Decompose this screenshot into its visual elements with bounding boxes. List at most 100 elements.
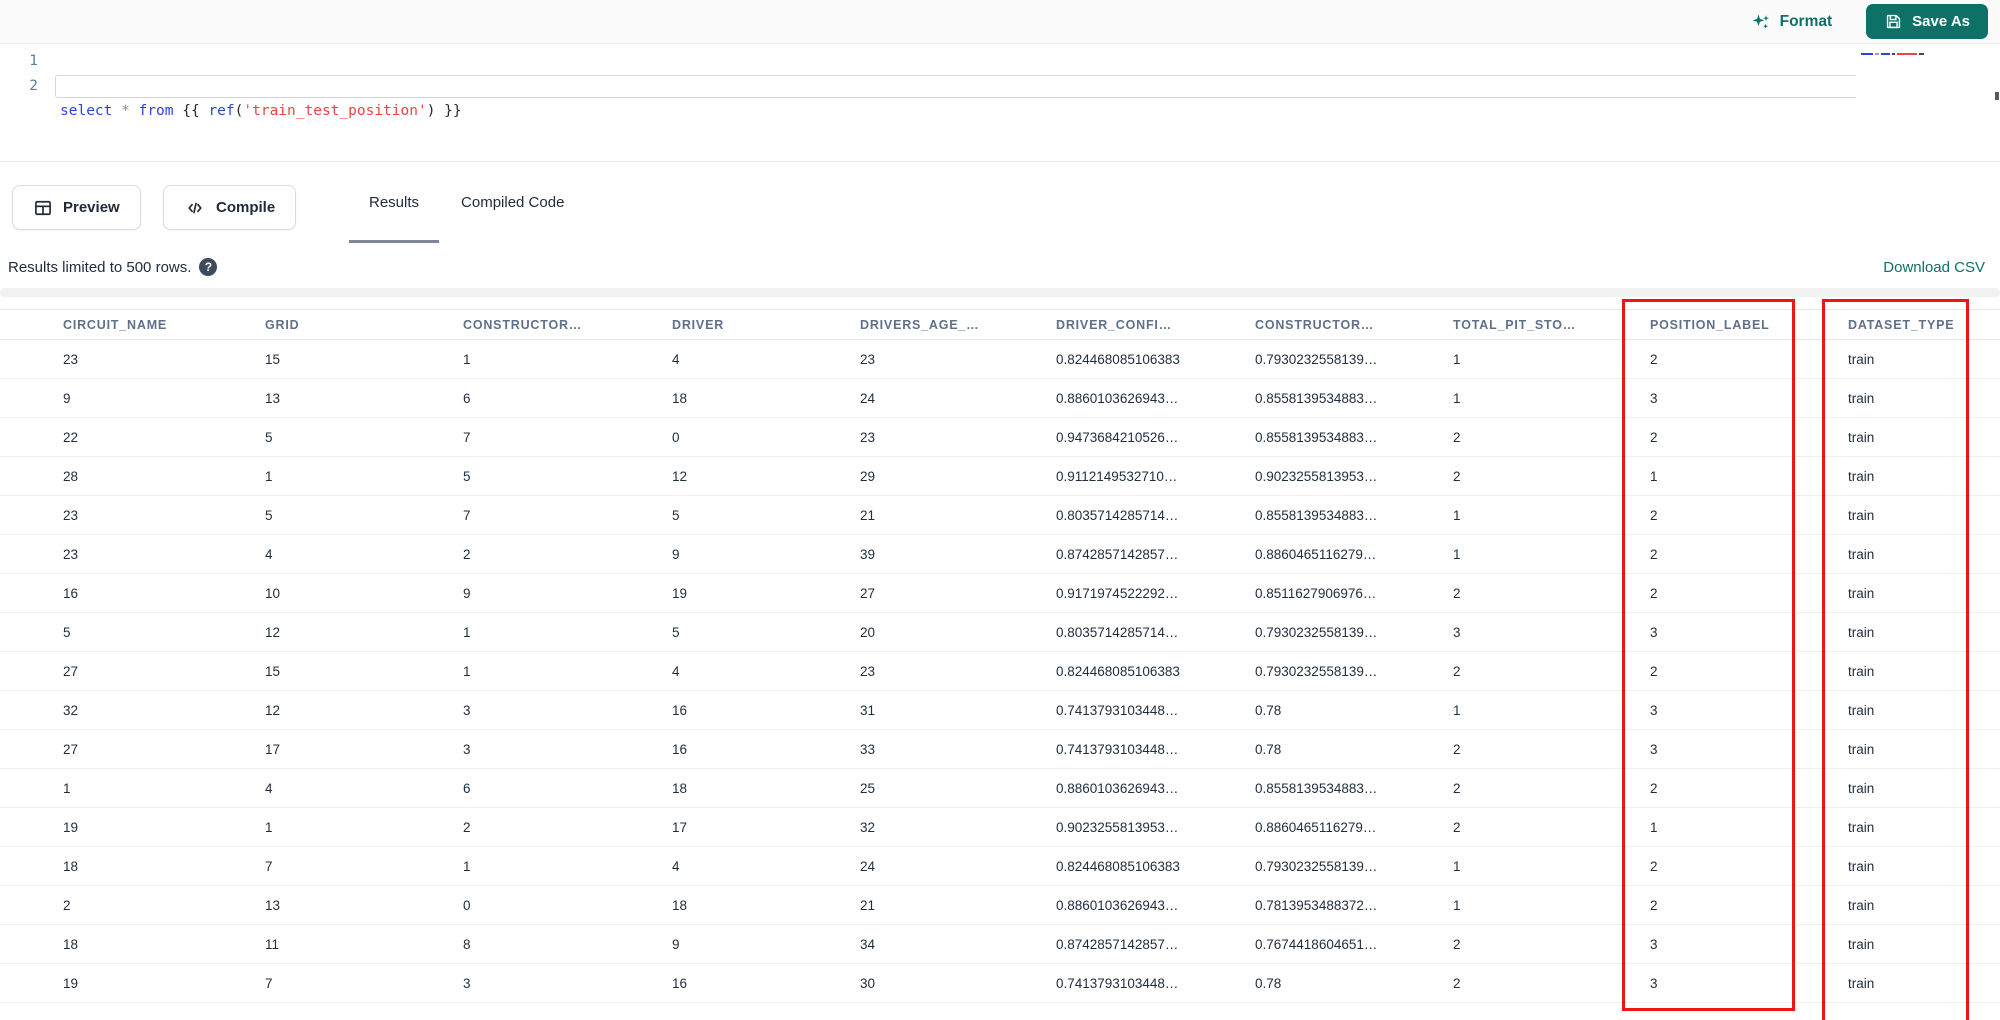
minimap-code-line: [1861, 53, 1924, 55]
format-button[interactable]: Format: [1751, 12, 1833, 32]
table-row[interactable]: 28 1 5 12 29 0.9112149532710… 0.9023255813953……: [0, 457, 2000, 496]
compile-button[interactable]: Compile: [163, 185, 297, 230]
table-cell: train: [1848, 702, 1875, 718]
code-content[interactable]: select * from {{ ref('train_test_positio…: [60, 49, 1850, 174]
table-cell: 0.78: [1255, 975, 1282, 991]
table-cell: 0.8511627906976…: [1255, 585, 1377, 601]
table-cell: 17: [265, 741, 281, 757]
table-cell: train: [1848, 819, 1875, 835]
table-cell: train: [1848, 741, 1875, 757]
table-cell: 1: [1650, 468, 1658, 484]
column-header: CONSTRUCTOR…: [463, 317, 583, 332]
tab-compiled-code-label: Compiled Code: [461, 194, 565, 211]
table-cell: train: [1848, 858, 1875, 874]
table-row[interactable]: 9 13 6 18 24 0.8860103626943… 0.8558139534883……: [0, 379, 2000, 418]
table-cell: 18: [672, 897, 688, 913]
table-cell: 0.9171974522292…: [1056, 585, 1179, 601]
table-cell: 39: [860, 546, 876, 562]
table-cell: 0.9023255813953…: [1056, 819, 1179, 835]
table-cell: 33: [860, 741, 876, 757]
table-cell: train: [1848, 975, 1875, 991]
table-cell: 4: [265, 546, 273, 562]
tab-results[interactable]: Results: [349, 162, 440, 243]
table-cell: 29: [860, 468, 876, 484]
table-cell: train: [1848, 546, 1875, 562]
table-row[interactable]: 23 15 1 4 23 0.824468085106383 0.7930232558139…: [0, 340, 2000, 379]
table-cell: 0.8860103626943…: [1056, 897, 1179, 913]
table-cell: 23: [860, 429, 876, 445]
table-row[interactable]: 23 4 2 9 39 0.8742857142857… 0.8860465116279… 1…: [0, 535, 2000, 574]
table-row[interactable]: 27 15 1 4 23 0.824468085106383 0.7930232558139…: [0, 652, 2000, 691]
table-cell: 0.8558139534883…: [1255, 507, 1378, 523]
table-row[interactable]: 18 11 8 9 34 0.8742857142857… 0.7674418604651……: [0, 925, 2000, 964]
code-minimap[interactable]: [1856, 44, 1990, 161]
table-cell: train: [1848, 624, 1875, 640]
column-header: CIRCUIT_NAME: [63, 317, 168, 332]
save-as-button-label: Save As: [1912, 13, 1970, 30]
table-row[interactable]: 2 13 0 18 21 0.8860103626943… 0.7813953488372……: [0, 886, 2000, 925]
table-cell: 3: [463, 741, 471, 757]
table-cell: 2: [1453, 585, 1461, 601]
table-cell: 0.7930232558139…: [1255, 624, 1378, 640]
format-button-label: Format: [1779, 12, 1833, 30]
table-cell: 5: [265, 429, 273, 445]
table-cell: 2: [1453, 780, 1461, 796]
table-cell: 1: [1453, 351, 1461, 367]
table-cell: 1: [1453, 897, 1461, 913]
download-csv-link[interactable]: Download CSV: [1883, 259, 1985, 276]
table-horizontal-scrollbar[interactable]: [0, 288, 2000, 297]
table-row[interactable]: 16 10 9 19 27 0.9171974522292… 0.8511627906976…: [0, 574, 2000, 613]
table-cell: train: [1848, 936, 1875, 952]
table-cell: 0.824468085106383: [1056, 663, 1180, 679]
table-cell: 0.8742857142857…: [1056, 936, 1179, 952]
table-cell: 12: [265, 624, 281, 640]
preview-button-label: Preview: [63, 199, 120, 216]
table-cell: 0.9023255813953…: [1255, 468, 1378, 484]
table-cell: 4: [672, 858, 680, 874]
table-cell: 18: [63, 936, 79, 952]
table-cell: train: [1848, 390, 1875, 406]
table-cell: 0.8742857142857…: [1056, 546, 1179, 562]
table-row[interactable]: 32 12 3 16 31 0.7413793103448… 0.78 1 3 train: [0, 691, 2000, 730]
table-row[interactable]: 23 5 7 5 21 0.8035714285714… 0.8558139534883… 1…: [0, 496, 2000, 535]
results-table: CIRCUIT_NAME GRID CONSTRUCTOR… DRIVER DRIVER…: [0, 309, 2000, 1003]
table-cell: 20: [860, 624, 876, 640]
table-cell: 2: [1650, 897, 1658, 913]
table-cell: 23: [63, 507, 79, 523]
table-cell: 0.9112149532710…: [1056, 468, 1178, 484]
table-cell: 0.8035714285714…: [1056, 624, 1179, 640]
table-cell: 32: [860, 819, 876, 835]
table-cell: 1: [63, 780, 71, 796]
question-mark-circle-icon[interactable]: ?: [199, 258, 218, 276]
table-cell: train: [1848, 663, 1875, 679]
table-cell: 0.8558139534883…: [1255, 780, 1378, 796]
table-row[interactable]: 19 7 3 16 30 0.7413793103448… 0.78 2 3 train: [0, 964, 2000, 1003]
table-row[interactable]: 27 17 3 16 33 0.7413793103448… 0.78 2 3 train: [0, 730, 2000, 769]
column-header: DRIVERS_AGE_…: [860, 317, 980, 332]
table-cell: 27: [860, 585, 876, 601]
table-row[interactable]: 1 4 6 18 25 0.8860103626943… 0.8558139534883… 2…: [0, 769, 2000, 808]
table-cell: 18: [672, 390, 688, 406]
table-cell: 3: [1453, 624, 1461, 640]
preview-button[interactable]: Preview: [12, 185, 141, 230]
table-cell: 2: [463, 546, 471, 562]
tab-compiled-code[interactable]: Compiled Code: [441, 162, 584, 243]
save-as-button[interactable]: Save As: [1866, 4, 1988, 39]
table-cell: 0.824468085106383: [1056, 858, 1180, 874]
table-cell: 7: [463, 507, 471, 523]
table-row[interactable]: 19 1 2 17 32 0.9023255813953… 0.8860465116279……: [0, 808, 2000, 847]
table-cell: 2: [1650, 858, 1658, 874]
table-cell: 15: [265, 351, 281, 367]
table-row[interactable]: 22 5 7 0 23 0.9473684210526… 0.8558139534883… 2…: [0, 418, 2000, 457]
table-cell: 0.7813953488372…: [1255, 897, 1378, 913]
sql-editor[interactable]: 1 2 select * from {{ ref('train_test_pos…: [0, 44, 2000, 161]
code-line-1[interactable]: select * from {{ ref('train_test_positio…: [60, 99, 1850, 124]
table-cell: 23: [63, 546, 79, 562]
table-cell: 0.8558139534883…: [1255, 390, 1378, 406]
table-cell: 0.7930232558139…: [1255, 858, 1378, 874]
table-row[interactable]: 5 12 1 5 20 0.8035714285714… 0.7930232558139… 3…: [0, 613, 2000, 652]
table-cell: 2: [1453, 741, 1461, 757]
editor-scrollbar-thumb[interactable]: [1995, 92, 1999, 100]
table-cell: 1: [1453, 858, 1461, 874]
table-row[interactable]: 18 7 1 4 24 0.824468085106383 0.7930232558139……: [0, 847, 2000, 886]
